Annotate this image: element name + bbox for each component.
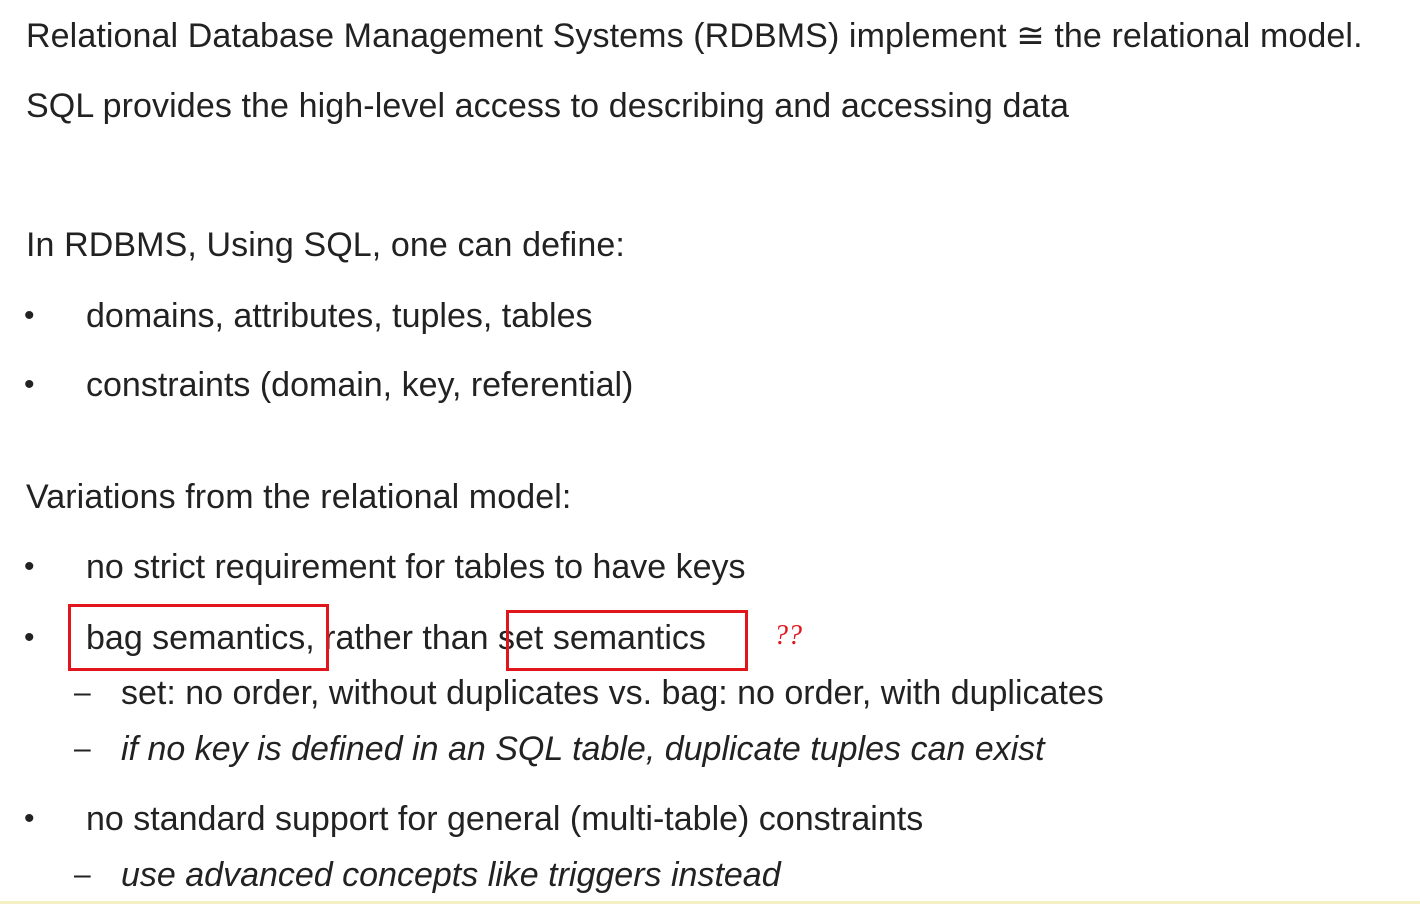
bullet-marker: • bbox=[24, 802, 35, 835]
dash-marker: – bbox=[74, 676, 91, 709]
bullet-marker: • bbox=[24, 299, 35, 332]
bullet-marker: • bbox=[24, 368, 35, 401]
define-item-2: constraints (domain, key, referential) bbox=[86, 366, 634, 404]
define-item-1: domains, attributes, tuples, tables bbox=[86, 297, 593, 335]
variation-item-2-sub-2: if no key is defined in an SQL table, du… bbox=[121, 730, 1045, 768]
intro-line-1: Relational Database Management Systems (… bbox=[26, 17, 1363, 55]
set-semantics-highlight-box bbox=[506, 610, 748, 671]
dash-marker: – bbox=[74, 858, 91, 891]
define-heading: In RDBMS, Using SQL, one can define: bbox=[26, 226, 625, 264]
rather-than-text: rather than bbox=[314, 619, 499, 657]
intro-line-2: SQL provides the high-level access to de… bbox=[26, 87, 1070, 125]
variation-item-1: no strict requirement for tables to have… bbox=[86, 548, 746, 586]
variations-heading: Variations from the relational model: bbox=[26, 478, 572, 516]
variation-item-3-sub-1: use advanced concepts like triggers inst… bbox=[121, 856, 781, 894]
variation-item-2-sub-1: set: no order, without duplicates vs. ba… bbox=[121, 674, 1104, 712]
bullet-marker: • bbox=[24, 550, 35, 583]
question-marks-annotation: ?? bbox=[774, 620, 802, 651]
bag-semantics-highlight-box bbox=[68, 604, 329, 671]
dash-marker: – bbox=[74, 732, 91, 765]
bullet-marker: • bbox=[24, 621, 35, 654]
variation-item-3: no standard support for general (multi-t… bbox=[86, 800, 924, 838]
